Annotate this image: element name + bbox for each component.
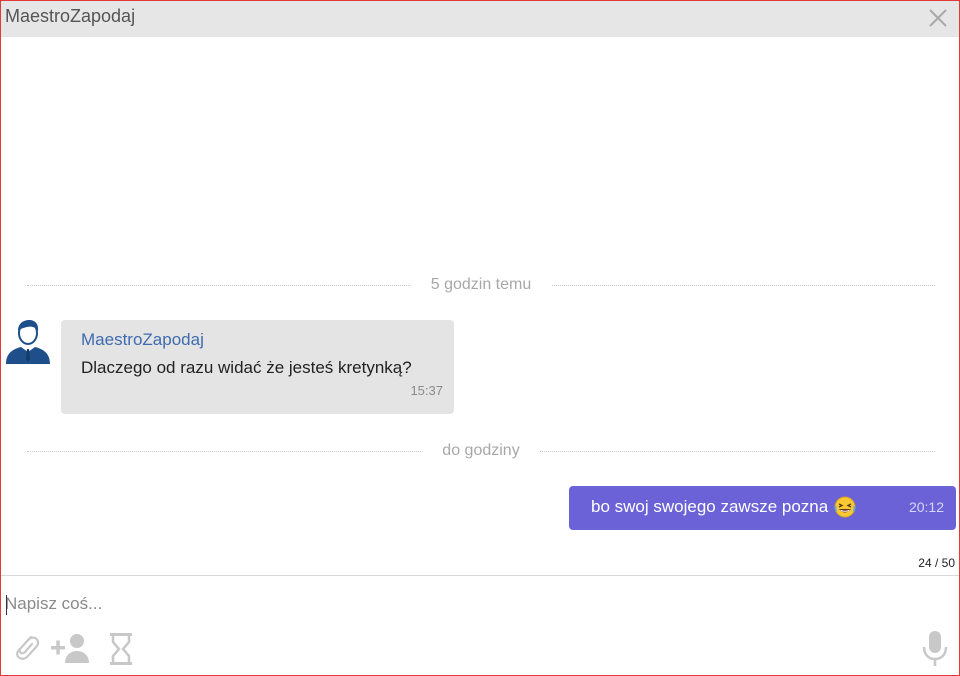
outgoing-message[interactable]: bo swoj swojego zawsze pozna 20:12 [569,486,956,530]
title-bar: MaestroZapodaj [1,1,959,37]
close-icon[interactable] [925,5,951,31]
date-divider: 5 godzin temu [27,275,935,295]
composer-divider [1,575,959,576]
message-time: 20:12 [908,499,944,515]
date-divider-label: 5 godzin temu [410,275,552,295]
outgoing-message-content: bo swoj swojego zawsze pozna [591,496,856,518]
message-time: 15:37 [410,383,443,398]
message-input[interactable] [5,591,905,617]
message-sender[interactable]: MaestroZapodaj [81,330,204,350]
hourglass-icon[interactable] [107,631,135,667]
date-divider-label: do godziny [422,441,540,461]
add-user-icon[interactable] [49,631,91,665]
microphone-icon[interactable] [921,629,949,667]
date-divider: do godziny [27,441,935,461]
message-text: bo swoj swojego zawsze pozna [591,497,829,516]
laughing-emoji-icon [834,496,856,518]
char-counter: 24 / 50 [918,556,955,570]
text-caret [6,595,7,615]
paperclip-icon[interactable] [11,631,41,663]
incoming-message[interactable]: MaestroZapodaj Dlaczego od razu widać że… [61,320,454,414]
user-suit-icon[interactable] [5,318,51,364]
message-text: Dlaczego od razu widać że jesteś kretynk… [81,358,412,377]
chat-window: MaestroZapodaj 5 godzin temu MaestroZapo… [0,0,960,676]
chat-title: MaestroZapodaj [5,6,136,26]
